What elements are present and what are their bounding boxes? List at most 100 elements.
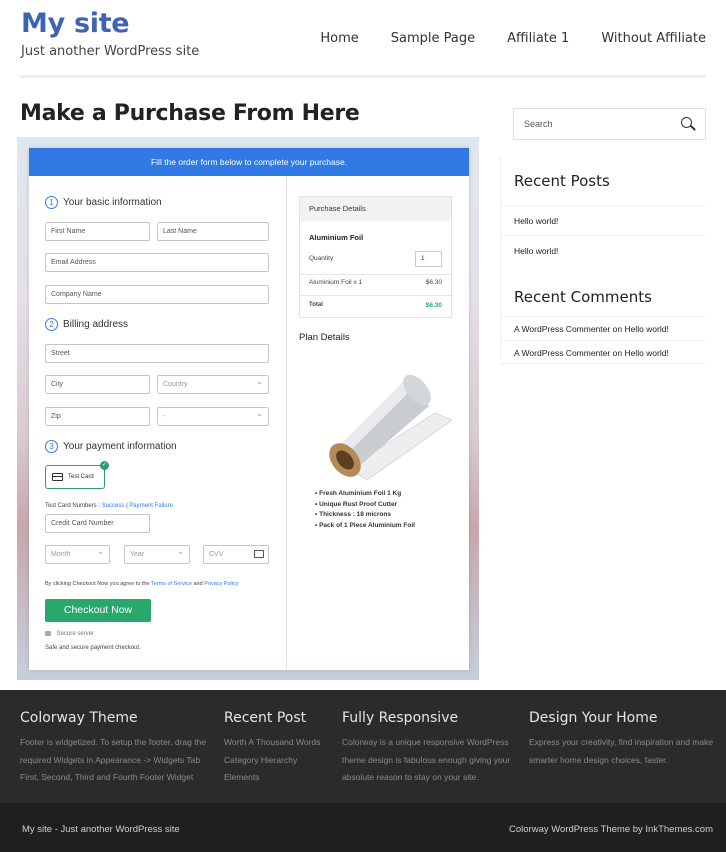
recent-comment-item: A WordPress Commenter on Hello world! bbox=[501, 316, 706, 340]
card-number-field[interactable]: Credit Card Number bbox=[45, 514, 150, 533]
terms-of-service-link[interactable]: Terms of Service bbox=[151, 581, 192, 587]
state-select[interactable]: - bbox=[157, 405, 269, 426]
month-select[interactable]: Month bbox=[45, 543, 110, 564]
comment-author-link[interactable]: A WordPress Commenter bbox=[514, 348, 610, 358]
first-name-field[interactable]: First Name bbox=[45, 222, 150, 241]
main-nav: Home Sample Page Affiliate 1 Without Aff… bbox=[288, 31, 706, 46]
cvv-field[interactable]: CVV bbox=[203, 545, 269, 564]
recent-comment-item: A WordPress Commenter on Hello world! bbox=[501, 340, 706, 364]
plan-details-title: Plan Details bbox=[299, 332, 350, 343]
step-number-icon: 1 bbox=[45, 196, 58, 209]
footer-col-text: Express your creativity, find inspiratio… bbox=[529, 737, 714, 765]
plan-feature: Unique Rust Proof Cutter bbox=[315, 500, 415, 511]
section-label: Your payment information bbox=[63, 441, 177, 452]
checkout-form-card: Fill the order form below to complete yo… bbox=[29, 148, 469, 670]
product-name-label: Aluminium Foil bbox=[309, 233, 364, 242]
footer-theme-credit[interactable]: Colorway WordPress Theme by InkThemes.co… bbox=[509, 824, 713, 835]
success-link[interactable]: Success bbox=[102, 503, 125, 509]
recent-posts-widget: Recent Posts Hello world! Hello world! bbox=[500, 156, 706, 277]
header-divider bbox=[20, 75, 706, 78]
product-name: Aluminium Foil bbox=[309, 233, 442, 242]
footer-col-title: Fully Responsive bbox=[342, 710, 459, 726]
terms-and: and bbox=[193, 581, 203, 587]
section-basic-info: 1 Your basic information bbox=[45, 196, 162, 209]
page-title: Make a Purchase From Here bbox=[20, 101, 360, 126]
payment-failure-link[interactable]: Payment Failure bbox=[129, 503, 173, 509]
footer-col-title: Design Your Home bbox=[529, 710, 658, 726]
quantity-label: Quantity bbox=[309, 255, 334, 262]
search-input[interactable]: Search bbox=[513, 108, 706, 140]
footer-col-text: Colorway is a unique responsive WordPres… bbox=[342, 737, 511, 782]
line-item-label: Aluminium Foil x 1 bbox=[309, 279, 363, 286]
plan-features-list: Fresh Aluminium Foil 1 Kg Unique Rust Pr… bbox=[315, 489, 415, 531]
total-label: Total bbox=[309, 302, 323, 308]
secure-server-note: Secure server bbox=[45, 630, 94, 637]
quantity-input[interactable]: 1 bbox=[415, 251, 442, 267]
site-footer: Colorway Theme Footer is widgetized. To … bbox=[0, 690, 726, 803]
section-label: Your basic information bbox=[63, 197, 162, 208]
check-icon: ✓ bbox=[100, 461, 109, 470]
nav-affiliate-1[interactable]: Affiliate 1 bbox=[507, 31, 569, 46]
step-number-icon: 3 bbox=[45, 440, 58, 453]
column-divider bbox=[286, 176, 287, 670]
last-name-field[interactable]: Last Name bbox=[157, 222, 269, 241]
test-card-option[interactable]: Test Card ✓ bbox=[45, 461, 109, 489]
comment-post-link[interactable]: Hello world! bbox=[624, 324, 668, 334]
recent-post-link[interactable]: Hello world! bbox=[501, 235, 706, 265]
street-field[interactable]: Street bbox=[45, 344, 269, 363]
recent-post-link[interactable]: Hello world! bbox=[501, 205, 706, 235]
section-billing-address: 2 Billing address bbox=[45, 318, 128, 331]
company-field[interactable]: Company Name bbox=[45, 285, 269, 304]
search-icon[interactable] bbox=[681, 117, 692, 128]
site-title[interactable]: My site bbox=[21, 8, 130, 39]
line-item-price: $6.30 bbox=[425, 279, 442, 286]
separator: | bbox=[126, 503, 128, 509]
plan-feature: Fresh Aluminium Foil 1 Kg bbox=[315, 489, 415, 500]
step-number-icon: 2 bbox=[45, 318, 58, 331]
email-field[interactable]: Email Address bbox=[45, 253, 269, 272]
footer-col-recent-post: Recent Post Worth A Thousand Words Categ… bbox=[224, 710, 332, 787]
terms-notice: By clicking Checkout Now you agree to th… bbox=[45, 581, 238, 587]
secure-label: Secure server bbox=[56, 631, 95, 637]
year-select[interactable]: Year bbox=[124, 543, 190, 564]
checkout-now-button[interactable]: Checkout Now bbox=[45, 599, 151, 622]
nav-without-affiliate[interactable]: Without Affiliate bbox=[601, 31, 706, 46]
zip-field[interactable]: Zip bbox=[45, 407, 150, 426]
purchase-details-box: Purchase Details Aluminium Foil Quantity… bbox=[299, 196, 452, 318]
total-row: Total $6.30 bbox=[309, 302, 442, 309]
safe-checkout-note: Safe and secure payment checkout. bbox=[45, 645, 141, 651]
credit-card-icon bbox=[52, 473, 63, 481]
cvv-label: CVV bbox=[209, 551, 224, 558]
comment-author-link[interactable]: A WordPress Commenter bbox=[514, 324, 610, 334]
plan-feature: Pack of 1 Piece Aluminium Foil bbox=[315, 521, 415, 532]
footer-col-design-your-home: Design Your Home Express your creativity… bbox=[529, 710, 719, 769]
purchase-details-heading: Purchase Details bbox=[300, 197, 451, 221]
test-card-numbers: Test Card Numbers : Success | Payment Fa… bbox=[45, 503, 173, 509]
comment-on: on bbox=[612, 348, 623, 358]
nav-home[interactable]: Home bbox=[320, 31, 358, 46]
test-card-label: Test Card bbox=[68, 474, 94, 480]
footer-col-fully-responsive: Fully Responsive Colorway is a unique re… bbox=[342, 710, 520, 787]
city-field[interactable]: City bbox=[45, 375, 150, 394]
test-numbers-prefix: Test Card Numbers : bbox=[45, 503, 101, 509]
divider bbox=[300, 274, 451, 275]
footer-col-title: Colorway Theme bbox=[20, 710, 138, 726]
lock-icon bbox=[45, 631, 51, 636]
section-label: Billing address bbox=[63, 319, 129, 330]
footer-col-text[interactable]: Worth A Thousand Words Category Hierarch… bbox=[224, 734, 332, 787]
aluminium-foil-image bbox=[329, 374, 452, 481]
privacy-policy-link[interactable]: Privacy Policy bbox=[204, 581, 238, 587]
checkout-preview-image: Fill the order form below to complete yo… bbox=[17, 137, 479, 680]
line-item-row: Aluminium Foil x 1 $6.30 bbox=[309, 279, 442, 286]
nav-sample-page[interactable]: Sample Page bbox=[391, 31, 475, 46]
country-select[interactable]: Country bbox=[157, 373, 269, 394]
checkout-banner: Fill the order form below to complete yo… bbox=[29, 148, 469, 176]
site-tagline: Just another WordPress site bbox=[21, 44, 200, 59]
divider bbox=[300, 295, 451, 296]
footer-site-credit[interactable]: My site - Just another WordPress site bbox=[22, 824, 180, 835]
footer-col-colorway: Colorway Theme Footer is widgetized. To … bbox=[20, 710, 215, 787]
terms-prefix: By clicking Checkout Now you agree to th… bbox=[45, 581, 150, 587]
section-payment-info: 3 Your payment information bbox=[45, 440, 177, 453]
total-price: $6.30 bbox=[425, 302, 442, 309]
comment-post-link[interactable]: Hello world! bbox=[624, 348, 668, 358]
